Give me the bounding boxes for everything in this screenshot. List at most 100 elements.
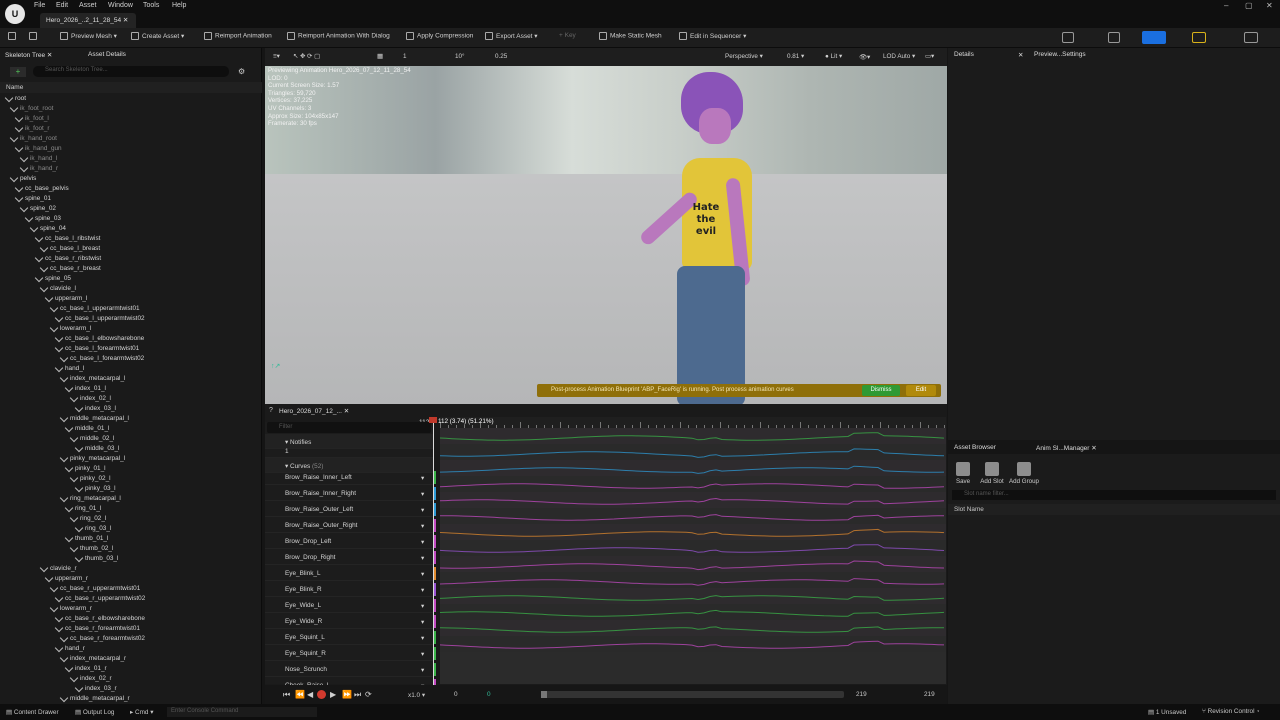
bone-row[interactable]: pinky_01_l [64, 464, 106, 475]
curve-track-menu-icon[interactable]: ▾ [421, 474, 424, 482]
curve-track-menu-icon[interactable]: ▾ [421, 554, 424, 562]
bone-row[interactable]: spine_05 [34, 274, 71, 285]
layout-icon[interactable]: ▭▾ [925, 53, 934, 60]
bone-row[interactable]: cc_base_r_breast [39, 264, 101, 275]
bone-row[interactable]: ring_metacarpal_l [59, 494, 121, 505]
minimize-icon[interactable]: – [1224, 1, 1228, 10]
perspective-dropdown[interactable]: Perspective ▾ [725, 53, 763, 60]
bone-row[interactable]: cc_base_r_forearmtwist01 [54, 624, 140, 635]
close-tab-icon[interactable]: ✕ [123, 17, 128, 24]
bone-row[interactable]: pelvis [9, 174, 36, 185]
play-icon[interactable]: ▶ [330, 690, 336, 699]
bone-row[interactable]: cc_base_r_ribstwist [34, 254, 101, 265]
step-back-icon[interactable]: ⏪ [295, 690, 305, 699]
document-tab[interactable]: Hero_2026_..2_11_28_54 ✕ [40, 13, 136, 28]
content-drawer-button[interactable]: ▤ Content Drawer [6, 708, 59, 716]
mesh-mode-icon[interactable] [1108, 32, 1120, 43]
scale-snap-value[interactable]: 0.25 [495, 53, 507, 60]
bone-row[interactable]: clavicle_r [39, 564, 77, 575]
reimport-animation-button[interactable]: Reimport Animation [204, 32, 272, 40]
blueprint-mode-icon[interactable] [1192, 32, 1206, 43]
curve-track[interactable]: Eye_Squint_R ▾ [265, 646, 433, 661]
settings-gear-icon[interactable]: ⚙ [238, 67, 245, 76]
curve-track-menu-icon[interactable]: ▾ [421, 634, 424, 642]
snap-icon[interactable]: ▦ [377, 53, 383, 60]
record-icon[interactable] [317, 690, 326, 699]
bone-row[interactable]: lowerarm_r [49, 604, 92, 615]
tab-skeleton-tree[interactable]: Skeleton Tree ✕ [5, 51, 52, 59]
tab-anim-slot-manager[interactable]: Anim Sl...Manager ✕ [1036, 444, 1097, 452]
curve-track[interactable]: Brow_Drop_Left ▾ [265, 534, 433, 549]
bone-row[interactable]: spine_01 [14, 194, 51, 205]
curve-track-menu-icon[interactable]: ▾ [421, 570, 424, 578]
add-icon[interactable]: + [10, 67, 26, 77]
dismiss-button[interactable]: Dismiss [862, 385, 900, 396]
slot-filter-input[interactable]: Slot name filter... [952, 490, 1276, 500]
physics-mode-icon[interactable] [1244, 32, 1258, 43]
curve-track[interactable]: Brow_Raise_Outer_Right ▾ [265, 518, 433, 533]
bone-row[interactable]: cc_base_l_upperarmtwist02 [54, 314, 145, 325]
preview-mesh-button[interactable]: Preview Mesh ▾ [60, 32, 117, 41]
close-details-icon[interactable]: ✕ [1018, 51, 1023, 59]
menu-file[interactable]: File [34, 2, 45, 9]
playback-speed[interactable]: x1.0 ▾ [408, 691, 425, 699]
create-asset-button[interactable]: Create Asset ▾ [131, 32, 184, 41]
edit-in-sequencer-button[interactable]: Edit in Sequencer ▾ [679, 32, 746, 41]
bone-row[interactable]: cc_base_l_elbowsharebone [54, 334, 144, 345]
curve-track-menu-icon[interactable]: ▾ [421, 538, 424, 546]
bone-row[interactable]: cc_base_l_forearmtwist01 [54, 344, 139, 355]
bone-row[interactable]: cc_base_pelvis [14, 184, 69, 195]
bone-row[interactable]: cc_base_r_elbowsharebone [54, 614, 145, 625]
bone-row[interactable]: middle_metacarpal_l [59, 414, 129, 425]
menu-asset[interactable]: Asset [79, 2, 97, 9]
unsaved-button[interactable]: ▤ 1 Unsaved [1148, 708, 1186, 716]
bone-row[interactable]: cc_base_r_upperarmtwist02 [54, 594, 145, 605]
bone-row[interactable]: pinky_03_l [74, 484, 116, 495]
bone-row[interactable]: index_metacarpal_r [59, 654, 126, 665]
bone-row[interactable]: ik_hand_l [19, 154, 57, 165]
make-static-mesh-button[interactable]: Make Static Mesh [599, 32, 662, 40]
bone-row[interactable]: spine_03 [24, 214, 61, 225]
key-button[interactable]: + Key [559, 32, 576, 39]
bone-row[interactable]: hand_r [54, 644, 85, 655]
view-range-scrollbar[interactable] [541, 691, 844, 698]
bone-row[interactable]: index_01_r [64, 664, 107, 675]
bone-row[interactable]: cc_base_l_breast [39, 244, 100, 255]
bone-row[interactable]: ik_foot_r [14, 124, 50, 135]
maximize-icon[interactable]: ▢ [1245, 1, 1253, 10]
edit-button[interactable]: Edit [906, 385, 936, 396]
tab-asset-details[interactable]: Asset Details [88, 51, 126, 58]
curve-graph[interactable] [440, 428, 946, 684]
add-group-button[interactable]: Add Group [1004, 462, 1044, 485]
bone-row[interactable]: pinky_02_l [69, 474, 111, 485]
bone-row[interactable]: index_03_r [74, 684, 117, 695]
curve-track-menu-icon[interactable]: ▾ [421, 650, 424, 658]
view-range-handle[interactable] [541, 691, 547, 698]
loop-icon[interactable]: ⟳ [365, 690, 372, 699]
bone-row[interactable]: hand_l [54, 364, 84, 375]
tab-preview-settings[interactable]: Preview...Settings [1034, 51, 1086, 58]
bone-row[interactable]: ik_foot_l [14, 114, 49, 125]
bone-row[interactable]: cc_base_l_forearmtwist02 [59, 354, 144, 365]
transform-tools-icon[interactable]: ↖ ✥ ⟳ ▢ [293, 53, 320, 60]
curve-track-menu-icon[interactable]: ▾ [421, 490, 424, 498]
track-filter-input[interactable]: Filter [267, 422, 431, 433]
bone-row[interactable]: spine_02 [19, 204, 56, 215]
cmd-button[interactable]: ▸ Cmd ▾ [130, 708, 153, 716]
skip-to-end-icon[interactable]: ⏭ [354, 690, 361, 700]
reimport-dialog-button[interactable]: Reimport Animation With Dialog [287, 32, 390, 40]
rotation-snap-value[interactable]: 10° [455, 53, 465, 60]
bone-row[interactable]: index_01_l [64, 384, 106, 395]
lod-dropdown[interactable]: LOD Auto ▾ [883, 53, 915, 60]
bone-row[interactable]: clavicle_l [39, 284, 76, 295]
curve-track[interactable]: Brow_Raise_Inner_Right ▾ [265, 486, 433, 501]
bone-row[interactable]: index_02_r [69, 674, 112, 685]
step-forward-icon[interactable]: ⏩ [342, 690, 352, 699]
curve-track[interactable]: Brow_Raise_Outer_Left ▾ [265, 502, 433, 517]
apply-compression-button[interactable]: Apply Compression [406, 32, 473, 40]
help-icon[interactable]: ? [269, 407, 273, 414]
curve-track-menu-icon[interactable]: ▾ [421, 618, 424, 626]
curve-track[interactable]: Eye_Wide_R ▾ [265, 614, 433, 629]
curve-track[interactable]: Eye_Wide_L ▾ [265, 598, 433, 613]
export-asset-button[interactable]: Export Asset ▾ [485, 32, 538, 41]
